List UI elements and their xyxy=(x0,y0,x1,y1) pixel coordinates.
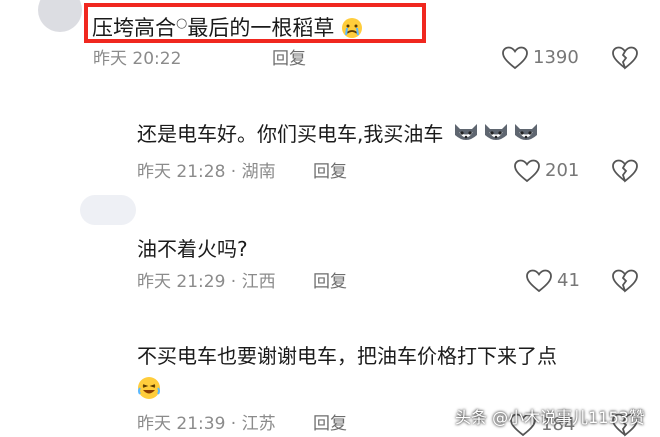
reply-meta: 昨天 21:39 · 江苏 xyxy=(137,414,276,434)
reply-button[interactable]: 回复 xyxy=(313,413,347,435)
top-comment-like-count: 1390 xyxy=(533,47,579,68)
reply-like-count: 201 xyxy=(545,160,580,181)
reply-1-text: 还是电车好。你们买电车,我买油车 xyxy=(137,122,444,146)
top-comment-username[interactable]: 压垮高合 xyxy=(92,16,176,40)
crying-emoji-icon xyxy=(341,17,363,39)
broken-heart-icon[interactable] xyxy=(612,269,638,293)
top-comment-line: 压垮高合○最后的一根稻草 xyxy=(92,11,363,41)
broken-heart-icon[interactable] xyxy=(612,159,638,183)
reply-like-count: 41 xyxy=(557,270,580,291)
reply-button[interactable]: 回复 xyxy=(313,161,347,183)
reply-location: 江苏 xyxy=(241,414,276,434)
reply-text: 还是电车好。你们买电车,我买油车 xyxy=(137,121,540,147)
reply-time: 昨天 21:39 xyxy=(137,414,226,434)
laughing-emoji-icon xyxy=(137,376,161,400)
husky-emoji-icon xyxy=(452,121,480,145)
reply-location: 江西 xyxy=(241,272,276,292)
top-comment-time: 昨天 20:22 xyxy=(93,49,182,69)
search-icon: ○ xyxy=(176,16,188,31)
heart-icon[interactable] xyxy=(514,159,540,183)
reply-button[interactable]: 回复 xyxy=(313,271,347,293)
top-comment-text: 最后的一根稻草 xyxy=(187,16,335,40)
reply-time: 昨天 21:29 xyxy=(137,272,226,292)
husky-emoji-icon xyxy=(512,121,540,145)
reply-location: 湖南 xyxy=(241,162,276,182)
reply-time: 昨天 21:28 xyxy=(137,162,226,182)
watermark: 头条 @小木说事儿1153赞 xyxy=(455,408,645,427)
avatar[interactable] xyxy=(38,0,82,32)
reply-text: 油不着火吗? xyxy=(137,237,248,261)
reply-meta: 昨天 21:29 · 江西 xyxy=(137,272,276,292)
avatar[interactable] xyxy=(80,195,136,225)
heart-icon[interactable] xyxy=(502,46,528,70)
reply-meta: 昨天 21:28 · 湖南 xyxy=(137,162,276,182)
husky-emoji-icon xyxy=(482,121,510,145)
broken-heart-icon[interactable] xyxy=(612,46,638,70)
top-comment-reply-button[interactable]: 回复 xyxy=(272,48,306,70)
heart-icon[interactable] xyxy=(526,269,552,293)
reply-text: 不买电车也要谢谢电车，把油车价格打下来了点 xyxy=(137,344,557,368)
